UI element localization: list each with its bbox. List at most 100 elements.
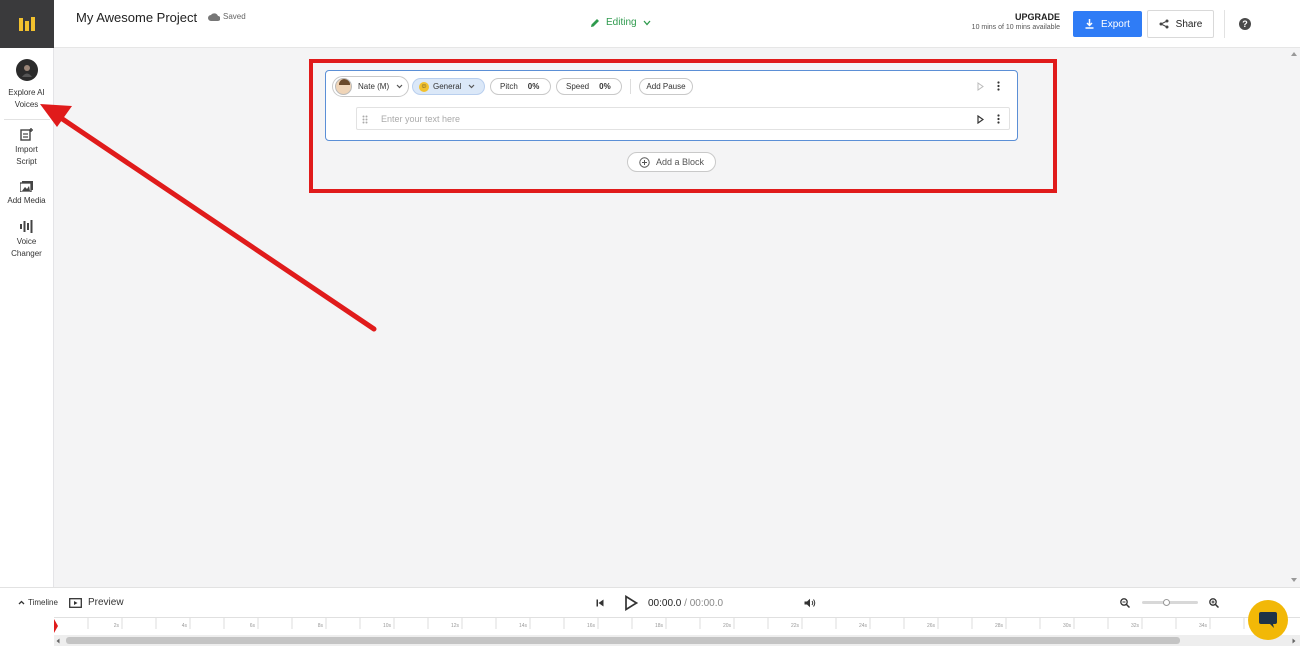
help-icon[interactable]: ? [1239,18,1251,30]
mode-dropdown[interactable]: Editing [590,17,651,28]
ai-voice-avatar-icon [15,59,38,81]
chevron-down-icon [469,84,475,89]
current-time: 00:00.0 [648,598,682,609]
ruler-tick-label: 4s [182,623,188,629]
voice-name: Nate (M) [358,82,390,91]
ruler-ticks: 2s 4s 6s 8s 10s 12s 14s 16s 18s 20s 22s 24s 26s 28s 30… [87,618,1245,629]
share-icon [1159,19,1169,29]
add-pause-label: Add Pause [646,82,686,91]
ruler-tick-label: 8s [318,623,324,629]
upgrade-link[interactable]: UPGRADE 10 mins of 10 mins available [972,12,1060,31]
smiley-icon: ☺ [419,81,429,92]
ruler-tick-label: 34s [1199,623,1208,629]
text-input[interactable]: Enter your text here [381,114,460,124]
logo-icon [19,17,35,31]
plus-circle-icon [639,156,650,168]
ruler-tick-label: 10s [383,623,392,629]
drag-handle-icon[interactable] [362,115,368,124]
chevron-up-icon [18,600,25,605]
ruler-tick-label: 2s [114,623,120,629]
sidebar-item-import-script[interactable]: Import Script [0,128,53,168]
share-button[interactable]: Share [1147,10,1214,38]
sidebar-item-label: Voice Changer [11,237,42,258]
speed-control[interactable]: Speed 0% [556,78,622,95]
timeline-toggle[interactable]: Timeline [18,598,58,607]
sidebar-item-explore-ai-voices[interactable]: Explore AI Voices [0,59,53,111]
play-icon[interactable] [977,115,984,124]
more-vertical-icon[interactable] [997,114,1000,124]
save-status: Saved [208,12,246,21]
add-media-icon [19,181,33,192]
preview-icon [69,597,82,608]
pitch-value: 0% [527,82,540,91]
app-logo[interactable] [0,0,54,48]
ruler-tick-label: 32s [1131,623,1140,629]
chevron-down-icon [396,84,403,89]
mode-label: Editing [606,17,637,28]
scrollbar-thumb[interactable] [66,637,1180,644]
ruler-tick-label: 6s [250,623,256,629]
voice-avatar [335,78,352,95]
chevron-down-icon [643,20,651,25]
ruler-tick-label: 22s [791,623,800,629]
ruler-tick-label: 26s [927,623,936,629]
volume-icon[interactable] [804,598,816,608]
time-display: 00:00.0 / 00:00.0 [648,598,723,609]
zoom-out-icon[interactable] [1120,598,1130,608]
scroll-right-icon[interactable] [1292,638,1296,644]
export-label: Export [1101,18,1130,30]
timeline-scrollbar[interactable] [54,635,1300,646]
import-script-icon [20,128,33,141]
play-icon[interactable] [977,82,984,91]
sidebar-item-add-media[interactable]: Add Media [0,180,53,207]
ruler-tick-label: 24s [859,623,868,629]
usage-text: 10 mins of 10 mins available [971,24,1060,31]
upgrade-label: UPGRADE [1014,12,1060,22]
time-separator: / [684,598,687,609]
preview-button[interactable]: Preview [69,597,124,608]
pencil-icon [591,18,599,27]
voice-block: Nate (M) ☺ General Pitch 0% Speed 0% Add… [325,70,1018,141]
play-icon[interactable] [624,595,638,611]
scroll-down-icon[interactable] [1290,577,1298,583]
more-vertical-icon[interactable] [997,81,1000,91]
skip-back-icon[interactable] [596,599,604,607]
sidebar-item-label: Add Media [7,196,46,205]
cloud-icon [208,12,220,21]
top-header: My Awesome Project Saved Editing UPGRADE… [54,0,1300,48]
style-label: General [433,82,462,91]
ruler-tick-label: 16s [587,623,596,629]
zoom-slider[interactable] [1142,599,1198,606]
voice-changer-icon [20,220,33,233]
playhead-marker[interactable] [54,619,58,633]
timeline-ruler[interactable]: 2s 4s 6s 8s 10s 12s 14s 16s 18s 20s 22s 24s 26s 28s 30… [54,617,1300,635]
timeline-label: Timeline [28,598,58,607]
zoom-slider-handle[interactable] [1163,599,1170,606]
export-button[interactable]: Export [1073,11,1142,37]
preview-label: Preview [88,597,124,608]
chat-button[interactable] [1248,600,1288,640]
ruler-tick-label: 28s [995,623,1004,629]
voice-selector[interactable]: Nate (M) [332,76,409,97]
ruler-tick-label: 14s [519,623,528,629]
style-selector[interactable]: ☺ General [412,78,485,95]
ruler-tick-label: 30s [1063,623,1072,629]
add-pause-button[interactable]: Add Pause [639,78,693,95]
total-time: 00:00.0 [689,598,724,609]
chat-icon [1259,612,1277,628]
ruler-tick-label: 20s [723,623,732,629]
ruler-tick-label: 18s [655,623,664,629]
add-block-button[interactable]: Add a Block [627,152,716,172]
project-title[interactable]: My Awesome Project [76,10,197,25]
header-divider [1224,10,1225,38]
pitch-control[interactable]: Pitch 0% [490,78,551,95]
saved-label: Saved [223,12,246,21]
pitch-label: Pitch [500,82,518,91]
speed-label: Speed [566,82,590,91]
scroll-left-icon[interactable] [56,638,60,644]
scroll-up-icon[interactable] [1290,51,1298,57]
sidebar-item-voice-changer[interactable]: Voice Changer [0,220,53,260]
zoom-in-icon[interactable] [1209,598,1219,608]
share-label: Share [1175,18,1203,30]
sidebar-item-label: Import Script [15,145,38,166]
